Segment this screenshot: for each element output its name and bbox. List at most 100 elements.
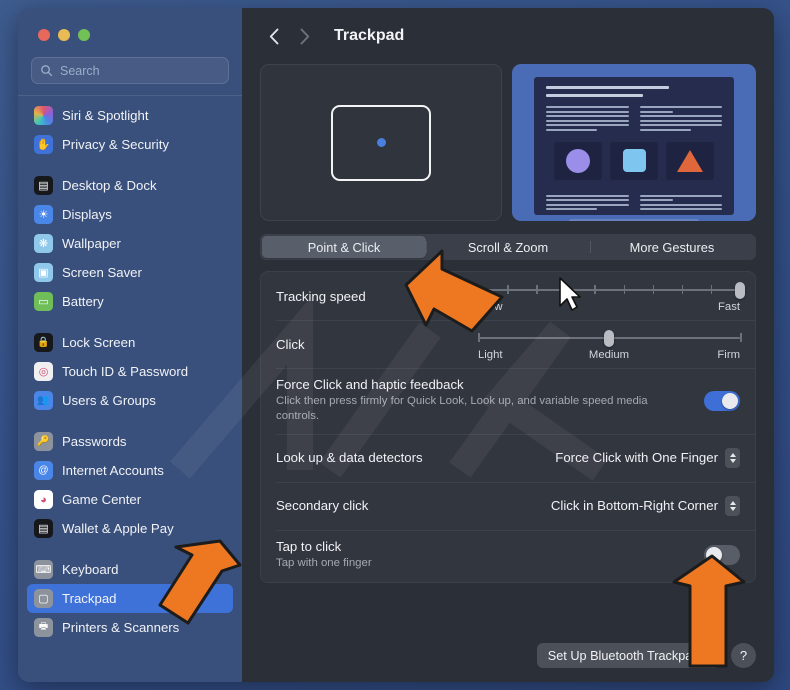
tab-more-gestures[interactable]: More Gestures [590, 236, 754, 258]
sidebar-item-label: Keyboard [62, 562, 119, 577]
forward-button[interactable] [290, 22, 318, 50]
sidebar-item-screen-saver[interactable]: ▣ Screen Saver [27, 258, 233, 287]
lock-screen-icon: 🔒 [34, 333, 53, 352]
close-button[interactable] [38, 29, 50, 41]
secondary-click-label: Secondary click [276, 498, 369, 514]
look-up-popup-button[interactable]: Force Click with One Finger [555, 447, 740, 468]
displays-icon: ☀ [34, 205, 53, 224]
setup-bluetooth-trackpad-button[interactable]: Set Up Bluetooth Trackpad... [536, 643, 721, 668]
sidebar-item-wallpaper[interactable]: ❋ Wallpaper [27, 229, 233, 258]
tap-to-click-description: Tap with one finger [276, 556, 372, 569]
sidebar-item-users-groups[interactable]: 👥 Users & Groups [27, 386, 233, 415]
force-click-label: Force Click and haptic feedback [276, 377, 464, 392]
sidebar-item-label: Internet Accounts [62, 463, 164, 478]
row-force-click: Force Click and haptic feedback Click th… [261, 368, 755, 434]
sidebar-item-lock-screen[interactable]: 🔒 Lock Screen [27, 328, 233, 357]
help-button[interactable]: ? [731, 643, 756, 668]
tracking-speed-knob[interactable] [735, 282, 745, 299]
tab-bar: Point & Click Scroll & Zoom More Gesture… [260, 234, 756, 260]
minimize-button[interactable] [58, 29, 70, 41]
preview-tile [610, 141, 658, 180]
system-settings-window: Siri & Spotlight ✋ Privacy & Security ▤ Desk… [18, 8, 774, 682]
slider-tick [478, 333, 480, 342]
sidebar-item-siri-spotlight[interactable]: Siri & Spotlight [27, 101, 233, 130]
desktop-preview-screen [534, 77, 734, 215]
tab-label: Scroll & Zoom [467, 239, 549, 255]
sidebar-item-trackpad[interactable]: ▢ Trackpad [27, 584, 233, 613]
search-input[interactable] [60, 63, 220, 78]
square-shape [622, 149, 646, 172]
click-slider[interactable]: Light Medium Firm [478, 323, 742, 365]
secondary-click-value: Click in Bottom-Right Corner [550, 498, 718, 514]
sidebar-item-displays[interactable]: ☀ Displays [27, 200, 233, 229]
stepper-icon [725, 495, 740, 516]
sidebar-item-internet-accounts[interactable]: @ Internet Accounts [27, 456, 233, 485]
tap-to-click-label: Tap to click [276, 538, 342, 554]
sidebar-group: Siri & Spotlight ✋ Privacy & Security [18, 101, 242, 159]
row-click: Click Light Medium Firm [261, 320, 755, 368]
tap-to-click-toggle[interactable] [704, 544, 740, 565]
main-header: Trackpad [242, 8, 774, 64]
footer: Set Up Bluetooth Trackpad... ? [242, 631, 774, 682]
sidebar-item-label: Trackpad [62, 591, 117, 606]
click-knob[interactable] [604, 330, 614, 347]
sidebar-item-label: Printers & Scanners [62, 620, 180, 635]
sidebar-item-label: Users & Groups [62, 393, 156, 408]
sidebar-item-passwords[interactable]: 🔑 Passwords [27, 427, 233, 456]
preview-column [639, 106, 722, 131]
wallpaper-icon: ❋ [34, 234, 53, 253]
slider-tick [710, 285, 713, 294]
sidebar-item-wallet-apple-pay[interactable]: ▤ Wallet & Apple Pay [27, 514, 233, 543]
sidebar-item-label: Siri & Spotlight [62, 108, 149, 123]
tracking-speed-label: Tracking speed [276, 288, 366, 304]
printers-scanners-icon: 🖶 [34, 618, 53, 637]
click-max-label: Firm [717, 349, 740, 361]
sidebar-item-keyboard[interactable]: ⌨ Keyboard [27, 555, 233, 584]
toggle-thumb [722, 392, 738, 409]
maximize-button[interactable] [78, 29, 90, 41]
sidebar-item-game-center[interactable]: ◕ Game Center [27, 485, 233, 514]
battery-icon: ▭ [34, 292, 53, 311]
chevron-left-icon [269, 28, 278, 44]
slider-tick [594, 285, 596, 294]
sidebar-item-desktop-dock[interactable]: ▤ Desktop & Dock [27, 171, 233, 200]
sidebar-item-label: Displays [62, 207, 112, 222]
preview-shape-tiles [546, 141, 722, 180]
row-tracking-speed: Tracking speed Slow Fast [261, 272, 755, 320]
tracking-speed-slider[interactable]: Slow Fast [478, 275, 745, 317]
force-click-toggle[interactable] [704, 390, 740, 411]
tab-point-and-click[interactable]: Point & Click [262, 236, 426, 258]
preview-column [639, 194, 722, 210]
tab-scroll-and-zoom[interactable]: Scroll & Zoom [426, 236, 590, 258]
toggle-thumb [706, 546, 722, 563]
triangle-shape [677, 149, 703, 172]
scroll-separator [18, 95, 242, 96]
privacy-hand-icon: ✋ [34, 135, 53, 154]
main-body: Point & Click Scroll & Zoom More Gesture… [242, 64, 774, 631]
sidebar-item-privacy-security[interactable]: ✋ Privacy & Security [27, 130, 233, 159]
back-button[interactable] [260, 22, 288, 50]
click-min-label: Light [478, 349, 503, 361]
slider-tick [478, 285, 480, 294]
slider-tick [740, 333, 742, 342]
row-secondary-click: Secondary click Click in Bottom-Right Co… [261, 481, 755, 530]
preview-text-columns [546, 106, 722, 131]
trackpad-icon: ▢ [34, 589, 53, 608]
click-label: Click [276, 336, 305, 352]
sidebar-item-battery[interactable]: ▭ Battery [27, 287, 233, 316]
tab-label: More Gestures [629, 239, 715, 255]
desktop-preview [512, 64, 756, 221]
slider-tick [507, 285, 509, 294]
preview-subtitle-bar [546, 94, 643, 97]
preview-title-bar [546, 86, 670, 89]
sidebar-scroll-area[interactable]: Siri & Spotlight ✋ Privacy & Security ▤ Desk… [18, 95, 242, 665]
stepper-icon [725, 447, 740, 468]
trackpad-outline [331, 104, 431, 181]
secondary-click-popup-button[interactable]: Click in Bottom-Right Corner [550, 495, 740, 516]
sidebar-item-touch-id-password[interactable]: ◎ Touch ID & Password [27, 357, 233, 386]
sidebar-group: 🔒 Lock Screen ◎ Touch ID & Password 👥 Users &… [18, 328, 242, 415]
game-center-icon: ◕ [34, 490, 53, 509]
search-field[interactable] [31, 57, 229, 84]
trackpad-illustration [260, 64, 502, 221]
sidebar-item-printers-scanners[interactable]: 🖶 Printers & Scanners [27, 613, 233, 642]
